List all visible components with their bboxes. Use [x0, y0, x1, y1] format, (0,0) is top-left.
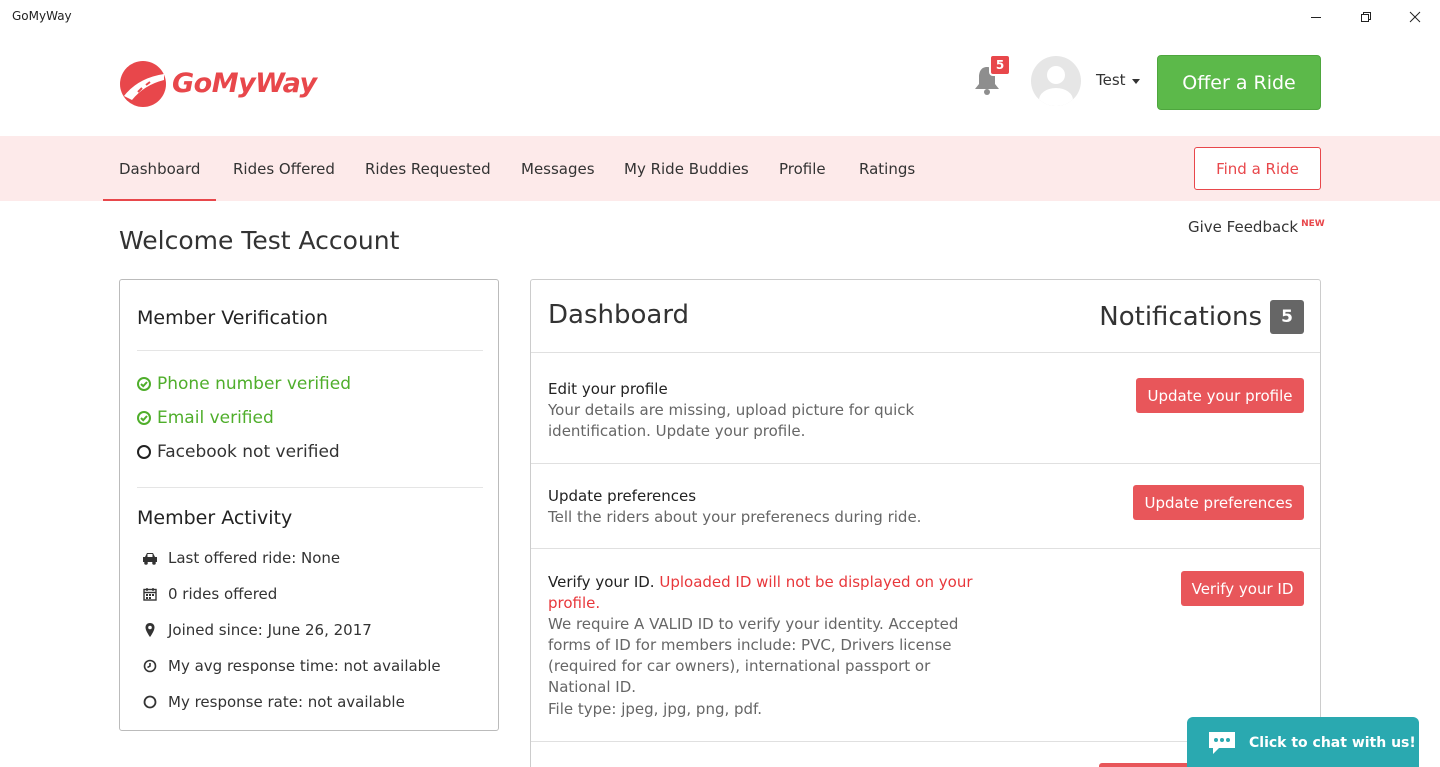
- chat-label: Click to chat with us!: [1249, 735, 1416, 751]
- close-icon: [1409, 11, 1421, 23]
- task-description: We require A VALID ID to verify your ide…: [548, 615, 959, 696]
- give-feedback-link[interactable]: Give Feedback NEW: [1188, 218, 1325, 236]
- minimize-icon: [1311, 17, 1321, 18]
- nav-dashboard[interactable]: Dashboard: [102, 136, 217, 201]
- notifications-label: Notifications: [1099, 302, 1262, 332]
- task-title-verify-id: Verify your ID. Uploaded ID will not be …: [548, 572, 978, 614]
- divider: [137, 350, 483, 351]
- window-titlebar: GoMyWay: [0, 0, 1440, 34]
- activity-label: Joined since: June 26, 2017: [168, 621, 372, 639]
- notifications-count: 5: [1270, 300, 1304, 334]
- verification-facebook: Facebook not verified: [137, 442, 340, 462]
- offer-ride-button[interactable]: Offer a Ride: [1157, 55, 1321, 110]
- user-menu[interactable]: Test: [1096, 71, 1140, 89]
- map-marker-icon: [145, 623, 155, 637]
- nav-messages[interactable]: Messages: [521, 136, 595, 201]
- activity-response-time: My avg response time: not available: [142, 657, 441, 675]
- window-title: GoMyWay: [12, 9, 72, 23]
- dashboard-card: Dashboard Notifications 5 Edit your prof…: [530, 279, 1321, 767]
- find-ride-button[interactable]: Find a Ride: [1194, 147, 1321, 190]
- user-name: Test: [1096, 71, 1126, 89]
- activity-label: Last offered ride: None: [168, 549, 341, 567]
- divider: [531, 548, 1320, 549]
- notifications-header: Notifications 5: [1099, 300, 1304, 334]
- car-icon: [143, 553, 157, 565]
- task-title: Edit your profile: [548, 380, 668, 398]
- divider: [531, 463, 1320, 464]
- member-card: Member Verification Phone number verifie…: [119, 279, 499, 731]
- calendar-icon: [143, 588, 157, 601]
- page-title: Welcome Test Account: [119, 226, 400, 255]
- activity-label: My avg response time: not available: [168, 657, 441, 675]
- dashboard-title: Dashboard: [548, 300, 690, 330]
- clock-icon: [143, 659, 157, 673]
- task-file-types: File type: jpeg, jpg, png, pdf.: [548, 700, 763, 718]
- close-button[interactable]: [1392, 0, 1438, 34]
- nav-ratings[interactable]: Ratings: [859, 136, 915, 201]
- task-description: Tell the riders about your preferenecs d…: [548, 508, 922, 526]
- divider: [137, 487, 483, 488]
- restore-button[interactable]: [1343, 0, 1389, 34]
- nav-rides-requested[interactable]: Rides Requested: [365, 136, 491, 201]
- member-verification-heading: Member Verification: [137, 307, 328, 329]
- activity-label: 0 rides offered: [168, 585, 278, 603]
- member-activity-heading: Member Activity: [137, 507, 293, 529]
- feedback-label: Give Feedback: [1188, 218, 1299, 236]
- verification-phone: Phone number verified: [137, 374, 351, 394]
- check-circle-icon: [137, 377, 151, 391]
- nav-my-ride-buddies[interactable]: My Ride Buddies: [624, 136, 749, 201]
- restore-icon: [1361, 12, 1371, 22]
- notification-badge: 5: [989, 54, 1011, 76]
- activity-label: My response rate: not available: [168, 693, 405, 711]
- chat-widget-button[interactable]: Click to chat with us!: [1187, 717, 1419, 767]
- verification-email: Email verified: [137, 408, 274, 428]
- gomyway-logo[interactable]: GoMyWay: [118, 57, 333, 109]
- task-title: Update preferences: [548, 487, 697, 505]
- activity-last-ride: Last offered ride: None: [142, 549, 340, 567]
- verification-label: Facebook not verified: [157, 442, 340, 462]
- logo-text: GoMyWay: [172, 67, 317, 99]
- activity-rides-offered: 0 rides offered: [142, 585, 277, 603]
- activity-response-rate: My response rate: not available: [142, 693, 405, 711]
- check-circle-icon: [137, 411, 151, 425]
- divider: [531, 352, 1320, 353]
- update-preferences-button[interactable]: Update preferences: [1133, 485, 1304, 520]
- nav-profile[interactable]: Profile: [779, 136, 826, 201]
- circle-icon: [137, 445, 151, 459]
- minimize-button[interactable]: [1293, 0, 1339, 34]
- verification-label: Phone number verified: [157, 374, 352, 394]
- nav-rides-offered[interactable]: Rides Offered: [233, 136, 335, 201]
- update-profile-button[interactable]: Update your profile: [1136, 378, 1304, 413]
- activity-joined: Joined since: June 26, 2017: [142, 621, 372, 639]
- logo-road-icon: [120, 61, 166, 107]
- task-title: Verify your ID.: [548, 573, 655, 591]
- verify-id-button[interactable]: Verify your ID: [1181, 571, 1304, 606]
- task-description: Your details are missing, upload picture…: [548, 401, 915, 440]
- user-icon: [1039, 66, 1073, 106]
- chat-bubble-icon: [1209, 732, 1235, 754]
- avatar[interactable]: [1031, 56, 1081, 106]
- circle-icon: [143, 695, 157, 709]
- verification-label: Email verified: [157, 408, 274, 428]
- caret-down-icon: [1131, 78, 1140, 84]
- new-badge: NEW: [1301, 219, 1325, 229]
